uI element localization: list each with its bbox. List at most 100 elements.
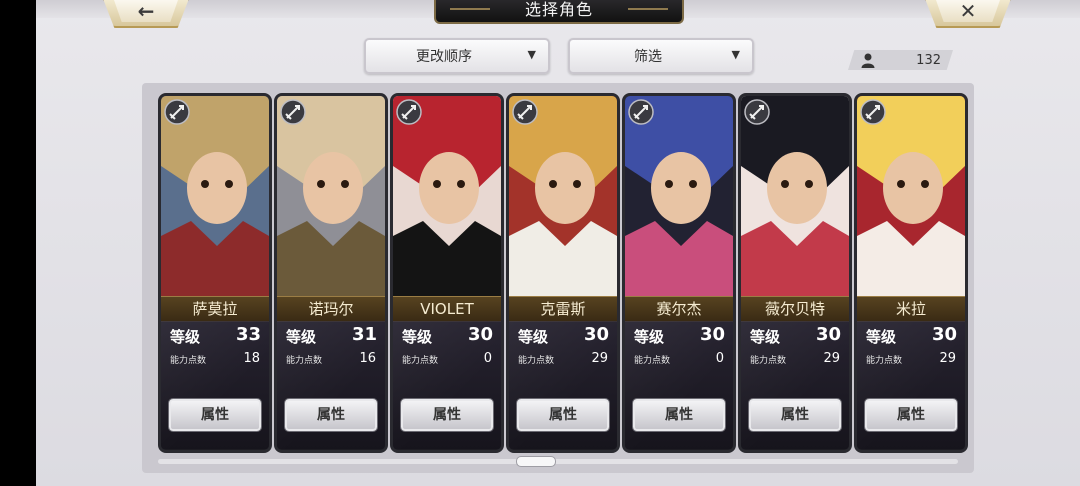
- character-name: 米拉: [895, 300, 926, 318]
- level-label: 等级: [750, 328, 781, 346]
- level-value: 30: [931, 324, 957, 345]
- character-select-screen: ← 选择角色 ✕ 更改顺序 ▼ 筛选 ▼ 132 萨莫拉 等级 33 能力点数 …: [36, 0, 1080, 486]
- character-stats: 等级 33 能力点数 18 属性: [161, 321, 269, 449]
- attributes-button[interactable]: 属性: [633, 399, 725, 431]
- character-portrait: [625, 96, 733, 296]
- character-name-bar: 克雷斯: [509, 296, 617, 322]
- ability-points-value: 0: [715, 351, 724, 366]
- attributes-button-label: 属性: [897, 407, 925, 423]
- filter-dropdown-label: 筛选: [634, 49, 662, 65]
- character-name: 薇尔贝特: [764, 300, 825, 318]
- character-name-bar: VIOLET: [393, 296, 501, 322]
- attributes-button-label: 属性: [549, 407, 577, 423]
- character-name: 克雷斯: [540, 300, 586, 318]
- attributes-button[interactable]: 属性: [865, 399, 957, 431]
- spear-badge-icon: [280, 99, 306, 125]
- character-card[interactable]: 赛尔杰 等级 30 能力点数 0 属性: [622, 93, 736, 453]
- character-portrait: [509, 96, 617, 296]
- character-name: 诺玛尔: [308, 300, 354, 318]
- sword-badge-icon: [628, 99, 654, 125]
- character-card[interactable]: 萨莫拉 等级 33 能力点数 18 属性: [158, 93, 272, 453]
- level-value: 30: [699, 324, 725, 345]
- character-name-bar: 米拉: [857, 296, 965, 322]
- level-label: 等级: [170, 328, 201, 346]
- level-value: 31: [351, 324, 377, 345]
- character-name-bar: 赛尔杰: [625, 296, 733, 322]
- ability-points-value: 29: [823, 351, 840, 366]
- character-name-bar: 薇尔贝特: [741, 296, 849, 322]
- ability-points-value: 29: [939, 351, 956, 366]
- ability-points-value: 18: [243, 351, 260, 366]
- level-value: 30: [467, 324, 493, 345]
- character-stats: 等级 31 能力点数 16 属性: [277, 321, 385, 449]
- sword-badge-icon: [512, 99, 538, 125]
- close-icon: ✕: [959, 0, 977, 23]
- character-count-box: 132: [848, 50, 953, 70]
- sort-dropdown[interactable]: 更改顺序 ▼: [364, 38, 550, 74]
- attributes-button[interactable]: 属性: [285, 399, 377, 431]
- ability-points-label: 能力点数: [170, 356, 207, 366]
- character-card[interactable]: 薇尔贝特 等级 30 能力点数 29 属性: [738, 93, 852, 453]
- character-card[interactable]: 克雷斯 等级 30 能力点数 29 属性: [506, 93, 620, 453]
- attributes-button[interactable]: 属性: [169, 399, 261, 431]
- ability-points-label: 能力点数: [286, 356, 323, 366]
- attributes-button[interactable]: 属性: [517, 399, 609, 431]
- character-stats: 等级 30 能力点数 0 属性: [393, 321, 501, 449]
- ability-points-value: 16: [359, 351, 376, 366]
- page-title: 选择角色: [524, 0, 593, 19]
- character-stats: 等级 30 能力点数 29 属性: [741, 321, 849, 449]
- attributes-button-label: 属性: [781, 407, 809, 423]
- level-label: 等级: [634, 328, 665, 346]
- horizontal-scrollbar[interactable]: [158, 456, 958, 467]
- sort-dropdown-label: 更改顺序: [416, 49, 472, 65]
- level-value: 30: [583, 324, 609, 345]
- ability-points-label: 能力点数: [866, 356, 903, 366]
- character-name: 萨莫拉: [192, 300, 238, 318]
- character-name-bar: 诺玛尔: [277, 296, 385, 322]
- person-icon: [861, 53, 875, 68]
- character-name-bar: 萨莫拉: [161, 296, 269, 322]
- back-arrow-icon: ←: [137, 0, 155, 23]
- level-label: 等级: [402, 328, 433, 346]
- ability-points-label: 能力点数: [634, 356, 671, 366]
- character-stats: 等级 30 能力点数 29 属性: [509, 321, 617, 449]
- sword-badge-icon: [860, 99, 886, 125]
- character-panel: 萨莫拉 等级 33 能力点数 18 属性 诺玛尔 等级 31 能力点数 16 属…: [142, 83, 974, 473]
- character-name: 赛尔杰: [656, 300, 702, 318]
- character-portrait: [393, 96, 501, 296]
- attributes-button[interactable]: 属性: [749, 399, 841, 431]
- character-card[interactable]: 诺玛尔 等级 31 能力点数 16 属性: [274, 93, 388, 453]
- attributes-button-label: 属性: [433, 407, 461, 423]
- chevron-down-icon: ▼: [527, 48, 536, 61]
- back-button[interactable]: ←: [102, 0, 190, 28]
- page-title-plate: 选择角色: [434, 0, 684, 24]
- ability-points-value: 29: [591, 351, 608, 366]
- level-value: 30: [815, 324, 841, 345]
- ability-points-label: 能力点数: [518, 356, 555, 366]
- close-button[interactable]: ✕: [924, 0, 1012, 28]
- level-label: 等级: [518, 328, 549, 346]
- attributes-button-label: 属性: [665, 407, 693, 423]
- filter-dropdown[interactable]: 筛选 ▼: [568, 38, 754, 74]
- sword-badge-icon: [396, 99, 422, 125]
- character-card[interactable]: VIOLET 等级 30 能力点数 0 属性: [390, 93, 504, 453]
- sword-badge-icon: [744, 99, 770, 125]
- attributes-button[interactable]: 属性: [401, 399, 493, 431]
- character-stats: 等级 30 能力点数 29 属性: [857, 321, 965, 449]
- ability-points-label: 能力点数: [750, 356, 787, 366]
- character-portrait: [161, 96, 269, 296]
- ability-points-label: 能力点数: [402, 356, 439, 366]
- attributes-button-label: 属性: [317, 407, 345, 423]
- level-value: 33: [235, 324, 261, 345]
- character-portrait: [741, 96, 849, 296]
- character-count: 132: [916, 53, 941, 68]
- scrollbar-thumb[interactable]: [516, 456, 556, 467]
- ability-points-value: 0: [483, 351, 492, 366]
- character-stats: 等级 30 能力点数 0 属性: [625, 321, 733, 449]
- sword-badge-icon: [164, 99, 190, 125]
- character-portrait: [277, 96, 385, 296]
- character-name: VIOLET: [420, 300, 474, 318]
- chevron-down-icon: ▼: [731, 48, 740, 61]
- character-card[interactable]: 米拉 等级 30 能力点数 29 属性: [854, 93, 968, 453]
- level-label: 等级: [286, 328, 317, 346]
